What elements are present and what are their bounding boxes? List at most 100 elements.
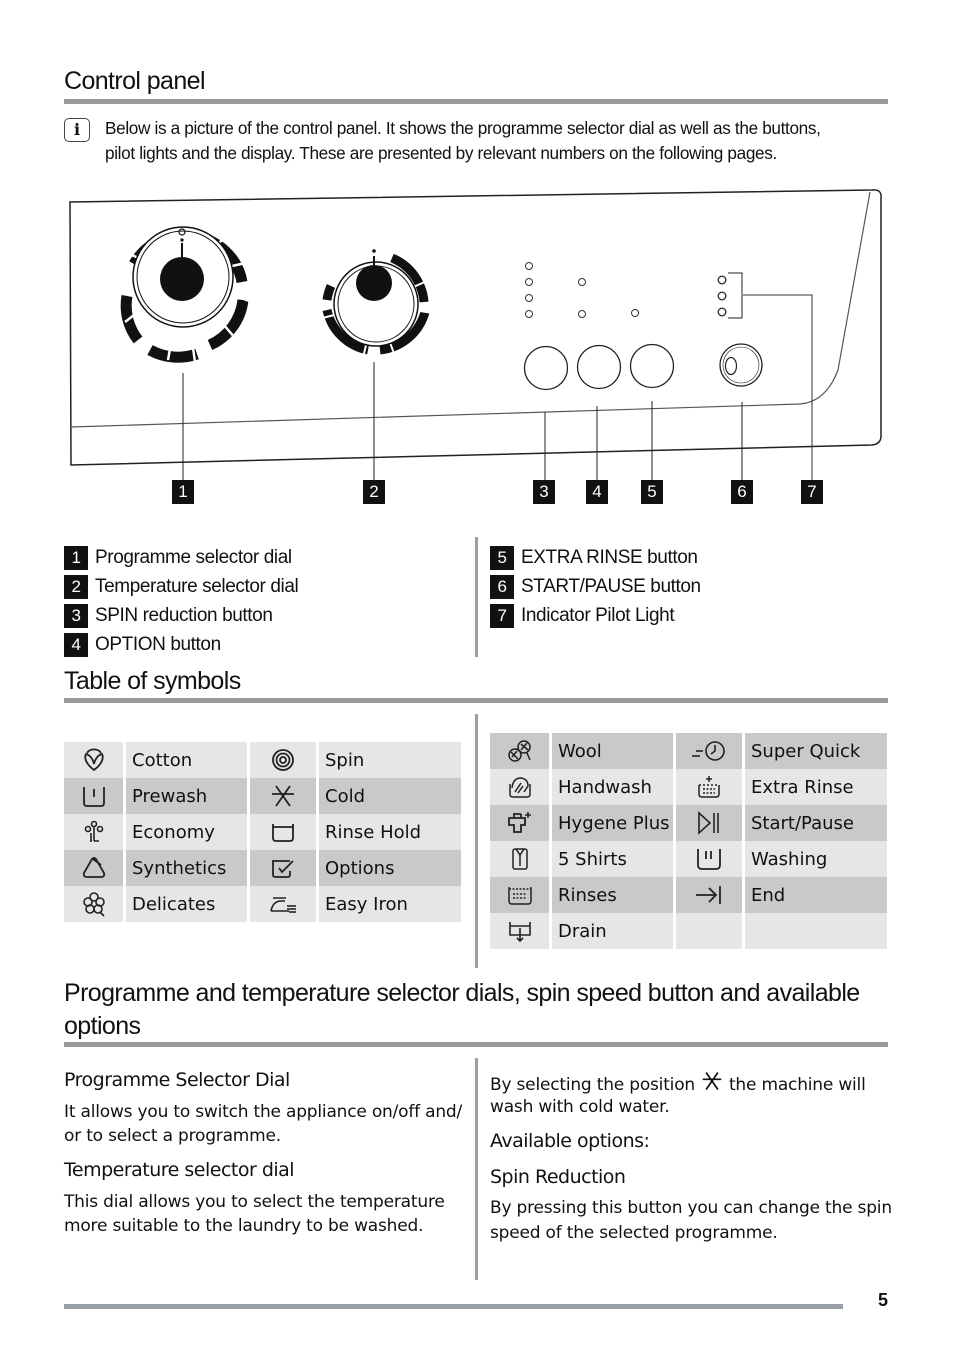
cold-note-text: the machine will [728,1074,866,1095]
temperature-selector-dial[interactable] [314,249,446,371]
legend-number: 2 [64,575,88,599]
symbol-label: Cotton [123,742,247,778]
legend-number: 6 [490,575,514,599]
spin-reduction-button[interactable] [523,345,569,391]
symbol-label: Spin [316,742,461,778]
footer-rule [64,1304,843,1309]
symbol-label: Handwash [549,769,673,805]
diagram-marker-6: 6 [731,480,753,504]
page-number: 5 [878,1290,889,1310]
cold-note-text: By selecting the position [490,1074,695,1095]
legend-label: Indicator Pilot Light [521,605,675,626]
start-pause-icon [673,805,742,841]
diagram-marker-2: 2 [363,480,385,504]
table-row: Wool Super Quick [490,733,887,769]
empty-cell [742,913,887,949]
symbol-label: Prewash [123,778,247,814]
diagram-marker-5: 5 [641,480,663,504]
programme-selector-dial[interactable] [117,226,253,363]
extra-rinse-button[interactable] [629,343,675,389]
economy-icon [64,814,123,850]
symbol-label: Cold [316,778,461,814]
symbol-label: End [742,877,887,913]
wool-icon [490,733,549,769]
empty-cell [673,913,742,949]
legend-item: 6 START/PAUSE button [490,575,701,599]
delicates-icon [64,886,123,922]
legend-item: 7 Indicator Pilot Light [490,604,675,628]
control-panel-title: Control panel [64,67,206,95]
symbols-table-left: Cotton Spin Prewash Cold Economy Rinse H… [64,742,461,922]
cold-icon [701,1070,723,1100]
programme-dial-text-2: or to select a programme. [64,1126,281,1146]
hygiene-plus-icon [490,805,549,841]
symbols-title: Table of symbols [64,667,241,695]
symbol-label: Economy [123,814,247,850]
programme-dial-heading: Programme Selector Dial [64,1069,290,1091]
options-icon [247,850,316,886]
spin-reduction-heading: Spin Reduction [490,1166,626,1188]
legend-number: 7 [490,604,514,628]
available-options-heading: Available options: [490,1130,650,1152]
legend-item: 4 OPTION button [64,633,221,657]
section-rule [64,1042,888,1047]
legend-number: 5 [490,546,514,570]
symbol-label: Easy Iron [316,886,461,922]
symbol-label: Start/Pause [742,805,887,841]
section-rule [64,698,888,703]
symbol-label: Options [316,850,461,886]
rinse-hold-icon [247,814,316,850]
intro-line-2: pilot lights and the display. These are … [105,143,777,163]
symbol-label: Drain [549,913,673,949]
dials-section-title-line-1: Programme and temperature selector dials… [64,979,860,1007]
table-row: Handwash Extra Rinse [490,769,887,805]
spin-reduction-text-1: By pressing this button you can change t… [490,1198,892,1218]
super-quick-icon [673,733,742,769]
diagram-marker-7: 7 [801,480,823,504]
legend-label: Programme selector dial [95,547,292,568]
symbol-label: Extra Rinse [742,769,887,805]
legend-item: 2 Temperature selector dial [64,575,299,599]
handwash-icon [490,769,549,805]
synthetics-icon [64,850,123,886]
end-icon [673,877,742,913]
rinses-icon [490,877,549,913]
easy-iron-icon [247,886,316,922]
symbol-label: 5 Shirts [549,841,673,877]
legend-number: 3 [64,604,88,628]
legend-item: 1 Programme selector dial [64,546,292,570]
symbols-table-right: Wool Super Quick Handwash Extra Rinse Hy… [490,733,887,949]
cold-icon [247,778,316,814]
column-divider [475,714,478,968]
table-row: Drain [490,913,887,949]
symbol-label: Hygene Plus [549,805,673,841]
symbol-label: Rinses [549,877,673,913]
temperature-dial-text-2: more suitable to the laundry to be washe… [64,1216,424,1236]
option-button[interactable] [576,344,622,390]
pilot-lights [525,262,727,318]
table-row: 5 Shirts Washing [490,841,887,877]
temperature-dial-text-1: This dial allows you to select the tempe… [64,1192,445,1212]
symbol-label: Super Quick [742,733,887,769]
legend-label: Temperature selector dial [95,576,299,597]
section-rule [64,99,888,104]
dials-section-title-line-2: options [64,1012,141,1040]
symbol-label: Rinse Hold [316,814,461,850]
table-row: Cotton Spin [64,742,461,778]
legend-label: START/PAUSE button [521,576,701,597]
washing-icon [673,841,742,877]
table-row: Synthetics Options [64,850,461,886]
info-icon: i [64,118,90,142]
legend-item: 3 SPIN reduction button [64,604,273,628]
start-pause-button[interactable] [719,343,763,387]
table-row: Hygene Plus Start/Pause [490,805,887,841]
shirts-icon [490,841,549,877]
table-row: Delicates Easy Iron [64,886,461,922]
diagram-marker-3: 3 [533,480,555,504]
cotton-icon [64,742,123,778]
legend-number: 4 [64,633,88,657]
legend-label: OPTION button [95,634,221,655]
table-row: Economy Rinse Hold [64,814,461,850]
diagram-marker-4: 4 [586,480,608,504]
drain-icon [490,913,549,949]
